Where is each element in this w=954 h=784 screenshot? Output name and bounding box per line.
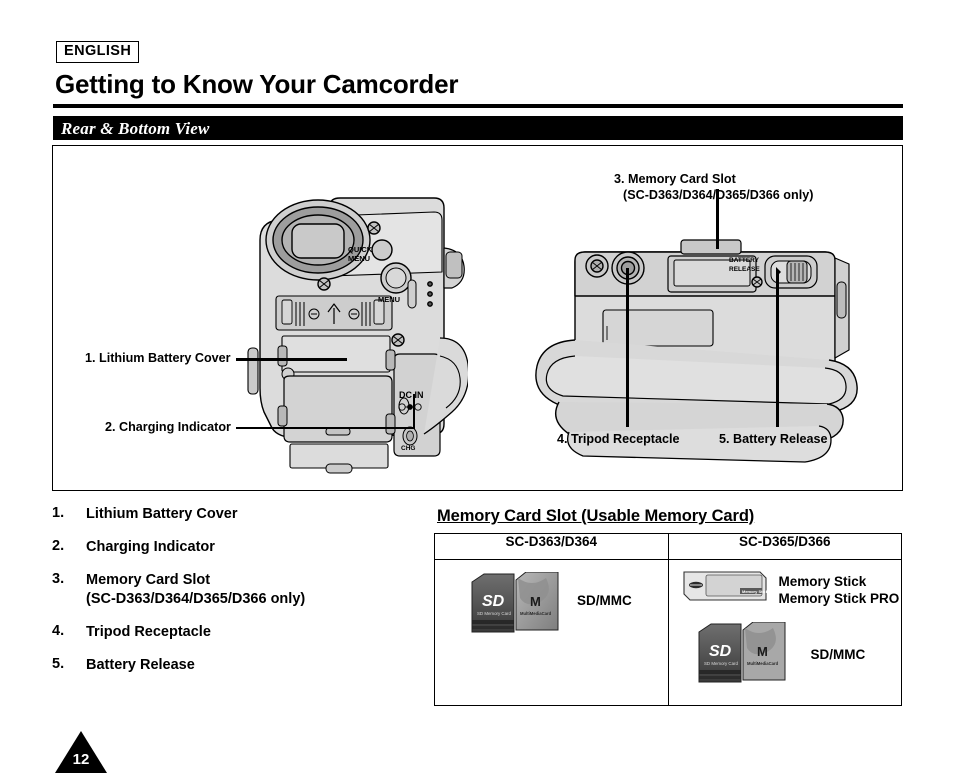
callout-4: 4. Tripod Receptacle	[557, 432, 680, 446]
leader-line-1	[236, 358, 347, 361]
list-item: 4. Tripod Receptacle	[52, 623, 422, 642]
table-column-header-left: SC-D363/D364	[434, 533, 669, 560]
svg-text:M: M	[530, 594, 541, 609]
card-label-memory-stick-line1: Memory Stick	[778, 574, 867, 589]
callout-1: 1. Lithium Battery Cover	[85, 351, 231, 365]
callout-2: 2. Charging Indicator	[105, 420, 231, 434]
list-item-label: Tripod Receptacle	[86, 624, 211, 640]
label-release: RELEASE	[729, 266, 760, 273]
label-chg: CHG	[401, 445, 415, 452]
table-cell-left: SD SD Memory Card M MultiMediaCard SD/MM…	[434, 559, 669, 706]
list-item: 1. Lithium Battery Cover	[52, 505, 422, 524]
card-label-memory-stick-line2: Memory Stick PRO	[778, 591, 900, 606]
list-item: 3. Memory Card Slot (SC-D363/D364/D365/D…	[52, 571, 422, 609]
table-body-row: SD SD Memory Card M MultiMediaCard SD/MM…	[434, 559, 902, 706]
section-banner: Rear & Bottom View	[53, 116, 903, 140]
svg-text:MultiMediaCard: MultiMediaCard	[747, 661, 779, 666]
table-column-header-right: SC-D365/D366	[667, 533, 902, 560]
sd-card-icon: SD SD Memory Card M MultiMediaCard	[471, 572, 559, 633]
label-battery: BATTERY	[729, 257, 760, 264]
leader-line-5	[776, 270, 779, 427]
list-item: 2. Charging Indicator	[52, 538, 422, 557]
label-quick: QUICK	[348, 245, 373, 254]
card-label-sd-mmc-left: SD/MMC	[577, 593, 632, 608]
page-number-badge: 12	[55, 731, 107, 773]
parts-list: 1. Lithium Battery Cover 2. Charging Ind…	[52, 505, 422, 689]
table-header-row: SC-D363/D364 SC-D365/D366	[434, 533, 902, 560]
section-banner-label: Rear & Bottom View	[61, 119, 210, 138]
label-dc-in: DC IN	[399, 390, 424, 400]
memory-table-title: Memory Card Slot (Usable Memory Card)	[437, 507, 755, 525]
callout-3-line2: (SC-D363/D364/D365/D366 only)	[623, 188, 814, 202]
svg-text:M: M	[757, 644, 768, 659]
rear-view-illustration: QUICK MENU MENU DC IN CHG	[247, 197, 468, 474]
list-item-label: Battery Release	[86, 657, 195, 673]
list-item-label: Memory Card Slot	[86, 572, 211, 588]
label-menu: MENU	[378, 295, 400, 304]
list-item-number: 2.	[52, 538, 65, 554]
manual-page: ENGLISH Getting to Know Your Camcorder R…	[0, 0, 954, 784]
callout-3-line1: 3. Memory Card Slot	[614, 172, 736, 186]
svg-text:SD Memory Card: SD Memory Card	[477, 611, 511, 616]
svg-text:SD: SD	[482, 593, 505, 610]
list-item-number: 3.	[52, 571, 65, 587]
svg-text:SD Memory Card: SD Memory Card	[704, 661, 738, 666]
leader-line-2	[236, 427, 413, 430]
language-badge: ENGLISH	[56, 41, 140, 63]
label-quick-menu: MENU	[348, 254, 370, 263]
list-item-number: 4.	[52, 623, 65, 639]
list-item-number: 5.	[52, 656, 65, 672]
list-item: 5. Battery Release	[52, 656, 422, 675]
table-cell-right: Memory Stick Memory Stick Memory Stick P…	[667, 559, 902, 706]
leader-line-2-vert	[413, 394, 416, 429]
svg-text:SD: SD	[709, 643, 732, 660]
memory-card-table: SC-D363/D364 SC-D365/D366 SD SD Memory C…	[434, 533, 902, 706]
list-item-number: 1.	[52, 505, 65, 521]
page-title: Getting to Know Your Camcorder	[55, 69, 459, 99]
list-item-label: Lithium Battery Cover	[86, 506, 238, 522]
list-item-sublabel: (SC-D363/D364/D365/D366 only)	[86, 591, 306, 607]
leader-line-4	[626, 268, 629, 427]
memory-stick-icon: Memory Stick	[682, 571, 768, 601]
list-item-label-group: Memory Card Slot (SC-D363/D364/D365/D366…	[86, 571, 305, 609]
diagram-frame: QUICK MENU MENU DC IN CHG BATTERY RELEAS…	[52, 145, 903, 491]
svg-text:MultiMediaCard: MultiMediaCard	[520, 611, 552, 616]
sd-card-icon: SD SD Memory Card M MultiMediaCard	[698, 622, 785, 683]
callout-5: 5. Battery Release	[719, 432, 828, 446]
svg-text:Memory Stick: Memory Stick	[742, 589, 768, 594]
title-underline	[53, 104, 903, 108]
page-number: 12	[72, 751, 90, 768]
card-label-sd-mmc-right: SD/MMC	[810, 647, 866, 662]
list-item-label: Charging Indicator	[86, 539, 215, 555]
